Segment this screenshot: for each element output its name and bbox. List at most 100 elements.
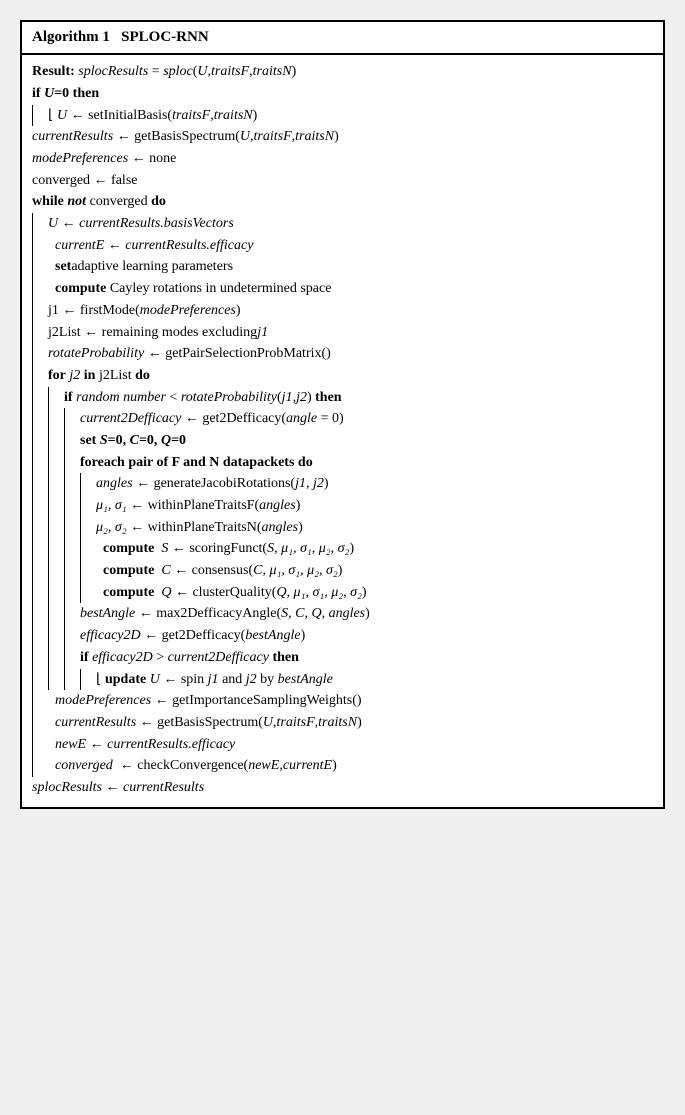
gbs2-args: U	[263, 712, 273, 734]
sploc-results-line: splocResults ← currentResults	[32, 777, 653, 799]
j2-spin: j2	[246, 669, 257, 691]
compute-s-line: compute S ← scoringFunct(S, μ₁, σ₁, μ₂, …	[96, 538, 653, 560]
efficacy2d-line: efficacy2D ← get2Defficacy(bestAngle)	[80, 625, 653, 647]
rp-args: j1	[282, 387, 293, 409]
not-keyword: not	[67, 191, 86, 213]
c2d-ref: current2Defficacy	[168, 647, 269, 669]
compute-s-kw: compute	[103, 538, 154, 560]
j1-ref: j1	[257, 322, 268, 344]
c2d: current2Defficacy	[80, 408, 181, 430]
u-spin: U	[150, 669, 160, 691]
j1-spin: j1	[208, 669, 219, 691]
gbs2-args2: traitsF	[277, 712, 315, 734]
set-initial-basis-line: ⌊ U ← setInitialBasis(traitsF,traitsN)	[48, 105, 653, 127]
algorithm-body: Result: splocResults = sploc(U,traitsF,t…	[22, 55, 663, 806]
result-equals: =	[148, 61, 163, 83]
rotate-prob: rotateProbability	[48, 343, 144, 365]
new-e: newE	[55, 734, 86, 756]
compute-q-kw: compute	[103, 582, 154, 604]
gbs-args3: traitsN	[295, 126, 334, 148]
compute-keyword1: compute	[55, 278, 106, 300]
foreach-keyword: foreach	[80, 452, 125, 474]
sib-args: traitsF	[172, 105, 210, 127]
foreach-vbar	[80, 473, 88, 603]
algorithm-number: Algorithm 1	[32, 29, 110, 45]
for-block: if random number < rotateProbability(j1,…	[48, 387, 653, 691]
do-keyword: do	[151, 191, 166, 213]
result-func: sploc	[163, 61, 193, 83]
wptn-arg: angles	[262, 517, 299, 539]
gbs-args2: traitsF	[254, 126, 292, 148]
converged-var: converged	[55, 755, 113, 777]
foreach-block: angles ← generateJacobiRotations(j1, j2)…	[80, 473, 653, 603]
set-kw2: set	[80, 430, 96, 452]
eff2d-ref: efficacy2D	[92, 647, 153, 669]
algorithm-name: SPLOC-RNN	[121, 29, 209, 45]
compute-c-line: compute C ← consensus(C, μ₁, σ₁, μ₂, σ₂)	[96, 560, 653, 582]
mu2-sig2: μ₂, σ₂	[96, 517, 127, 539]
lb2: ⌊	[96, 669, 105, 691]
foreach-line: foreach pair of F and N datapackets do	[80, 452, 653, 474]
if-line: if U=0 then	[32, 83, 653, 105]
sib-args2: traitsN	[214, 105, 253, 127]
for-vbar	[48, 387, 56, 691]
for-line: for j2 in j2List do	[48, 365, 653, 387]
compute-q-line: compute Q ← clusterQuality(Q, μ₁, σ₁, μ₂…	[96, 582, 653, 604]
angles-var: angles	[96, 473, 133, 495]
cc-args: newE	[248, 755, 279, 777]
converged-line: converged ← false	[32, 170, 653, 192]
for-block-content: if random number < rotateProbability(j1,…	[56, 387, 653, 691]
compute-c-kw: compute	[103, 560, 154, 582]
gjr-args2: j2	[313, 473, 324, 495]
cc-args2: currentE	[283, 755, 332, 777]
j1-line: j1 ← firstMode(modePreferences)	[48, 300, 653, 322]
set-scq-line: set S=0, C=0, Q=0	[80, 430, 653, 452]
mu1-sig1: μ₁, σ₁	[96, 495, 127, 517]
if-random-line: if random number < rotateProbability(j1,…	[64, 387, 653, 409]
c-var: C	[161, 560, 170, 582]
j2-var: j2	[69, 365, 80, 387]
best-angle-line: bestAngle ← max2DefficacyAngle(S, C, Q, …	[80, 603, 653, 625]
mu2-line: μ₂, σ₂ ← withinPlaneTraitsN(angles)	[96, 517, 653, 539]
while-keyword: while	[32, 191, 64, 213]
e2d-arg: bestAngle	[245, 625, 300, 647]
compute-cayley-line: compute Cayley rotations in undetermined…	[48, 278, 653, 300]
algorithm-title-spacer	[114, 29, 118, 45]
current-e: currentE	[55, 235, 104, 257]
sf-args: S, μ₁, σ₁, μ₂, σ₂	[267, 538, 349, 560]
if-random-block: current2Defficacy ← get2Defficacy(angle …	[64, 408, 653, 690]
set-adaptive-line: setadaptive learning parameters	[48, 256, 653, 278]
update-block: ⌊ update U ← spin j1 and j2 by bestAngle	[80, 669, 653, 691]
if-kw2: if	[64, 387, 73, 409]
q-var: Q	[161, 582, 171, 604]
mu1-line: μ₁, σ₁ ← withinPlaneTraitsF(angles)	[96, 495, 653, 517]
u-assign: U	[57, 105, 67, 127]
if-block: ⌊ U ← setInitialBasis(traitsF,traitsN)	[32, 105, 653, 127]
current-results: currentResults	[32, 126, 113, 148]
if-vbar	[32, 105, 40, 127]
update-block-content: ⌊ update U ← spin j1 and j2 by bestAngle	[88, 669, 653, 691]
result-args3: traitsN	[253, 61, 292, 83]
in-keyword: in	[84, 365, 96, 387]
update-line: ⌊ update U ← spin j1 and j2 by bestAngle	[96, 669, 653, 691]
if-random-vbar	[64, 408, 72, 690]
foreach-do: do	[298, 452, 313, 474]
algorithm-box: Algorithm 1 SPLOC-RNN Result: splocResul…	[20, 20, 665, 809]
best-angle: bestAngle	[80, 603, 135, 625]
for-keyword: for	[48, 365, 66, 387]
for-do-keyword: do	[135, 365, 150, 387]
newe-line: newE ← currentResults.efficacy	[48, 734, 653, 756]
cr2-line: currentResults ← getBasisSpectrum(U,trai…	[48, 712, 653, 734]
while-vbar	[32, 213, 40, 777]
gbs2-args3: traitsN	[318, 712, 357, 734]
gjr-args: j1	[295, 473, 306, 495]
set-keyword: set	[55, 256, 71, 278]
ba-args: S, C, Q, angles	[281, 603, 365, 625]
then-keyword: then	[73, 83, 99, 105]
update-vbar	[80, 669, 88, 691]
mode-pref2-line: modePreferences ← getImportanceSamplingW…	[48, 690, 653, 712]
update-kw: update	[105, 669, 146, 691]
mp-arg: modePreferences	[140, 300, 236, 322]
cr-final: currentResults	[123, 777, 204, 799]
u-basis-line: U ← currentResults.basisVectors	[48, 213, 653, 235]
